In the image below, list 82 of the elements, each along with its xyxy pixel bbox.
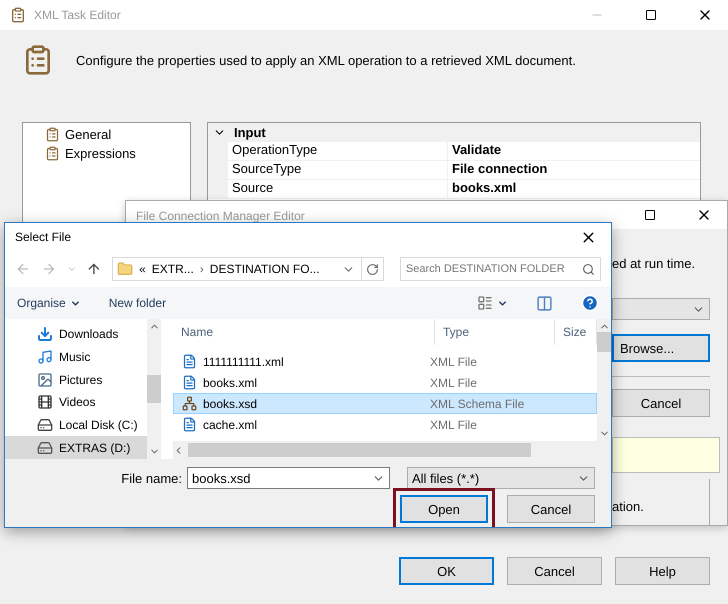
scroll-thumb[interactable] <box>188 443 531 457</box>
note-text: ation. <box>612 499 644 514</box>
breadcrumb[interactable]: EXTR... <box>152 262 194 276</box>
nav-item[interactable]: Videos <box>5 391 147 414</box>
hint-text: ed at run time. <box>612 256 696 271</box>
window-title: File Connection Manager Editor <box>136 209 306 223</box>
address-bar[interactable]: « EXTR... › DESTINATION FO... <box>112 257 384 281</box>
file-row[interactable]: 1111111111.xml XML File <box>173 351 597 372</box>
property-value: File connection <box>451 161 548 178</box>
overflow-chevrons: « <box>139 262 146 276</box>
maximize-icon[interactable] <box>644 209 656 221</box>
search-field[interactable]: Search DESTINATION FOLDER <box>400 257 601 281</box>
file-row[interactable]: cache.xml XML File <box>173 414 597 435</box>
dialog-button[interactable]: Open <box>400 495 488 523</box>
scroll-thumb[interactable] <box>147 375 161 403</box>
nav-item[interactable]: Pictures <box>5 368 147 392</box>
refresh-icon <box>366 262 379 276</box>
file-name: cache.xml <box>203 418 258 432</box>
document-icon <box>182 375 197 390</box>
window-title: Select File <box>15 230 72 244</box>
file-row[interactable]: books.xsd XML Schema File <box>173 393 597 414</box>
dialog-button[interactable]: OK <box>399 557 494 585</box>
music-note-icon <box>37 349 53 365</box>
scrollbar[interactable] <box>173 441 611 459</box>
file-row[interactable]: books.xml XML File <box>173 372 597 393</box>
clipboard-icon <box>45 126 60 142</box>
scrollbar[interactable] <box>597 319 611 441</box>
preview-pane-icon[interactable] <box>536 294 553 312</box>
organise-button[interactable]: Organise <box>17 296 81 310</box>
dialog-button[interactable]: Cancel <box>507 557 602 585</box>
nav-item[interactable]: Local Disk (C:) <box>5 414 147 436</box>
picture-icon <box>37 372 53 388</box>
disk-drive-icon <box>37 417 53 434</box>
file-type: XML File <box>430 418 477 432</box>
breadcrumb[interactable]: DESTINATION FO... <box>210 262 320 276</box>
folder-icon <box>117 261 134 277</box>
property-value: books.xml <box>451 180 516 197</box>
category-row[interactable]: Input <box>208 123 700 142</box>
search-icon <box>582 262 595 276</box>
property-value: Validate <box>451 142 502 159</box>
file-type-dropdown[interactable]: All files (*.*) <box>407 467 595 489</box>
scrollbar[interactable] <box>147 319 161 459</box>
maximize-icon[interactable] <box>645 9 657 21</box>
property-name: Source <box>228 180 448 198</box>
help-icon[interactable] <box>581 294 599 312</box>
file-name: books.xml <box>203 376 258 390</box>
dropdown[interactable] <box>612 298 710 320</box>
nav-item[interactable]: Music <box>5 346 147 368</box>
nav-item[interactable]: EXTRAS (D:) <box>5 436 147 460</box>
page-list-item[interactable]: Expressions <box>65 146 136 160</box>
page-list-item[interactable]: General <box>65 126 112 142</box>
browse-button[interactable]: Browse... <box>612 334 710 362</box>
view-options-button[interactable] <box>477 295 508 311</box>
list-view-icon <box>477 295 493 311</box>
column-header[interactable]: Type <box>435 319 555 345</box>
path-separator: › <box>200 262 204 276</box>
dialog-button[interactable]: Cancel <box>507 495 595 523</box>
film-icon <box>37 394 53 410</box>
file-type: XML Schema File <box>430 396 524 410</box>
disk-drive-icon <box>37 440 53 456</box>
window-title: XML Task Editor <box>34 8 122 22</box>
field-label: File name: <box>121 470 182 486</box>
dialog-button[interactable]: Help <box>615 557 710 585</box>
property-name: SourceType <box>228 161 448 179</box>
file-type: XML File <box>430 354 477 368</box>
schema-file-icon <box>182 396 197 411</box>
description-text: Configure the properties used to apply an XML operation to a retrieved XML document. <box>76 53 576 68</box>
column-header[interactable]: Name <box>173 319 435 345</box>
file-name: books.xsd <box>203 396 258 410</box>
cancel-button[interactable]: Cancel <box>612 389 710 417</box>
document-icon <box>182 354 197 369</box>
file-name-field[interactable]: books.xsd <box>187 467 390 489</box>
download-icon <box>37 326 53 342</box>
clipboard-icon <box>45 146 60 160</box>
new-folder-button[interactable]: New folder <box>108 296 166 310</box>
file-type: XML File <box>430 376 477 390</box>
property-name: OperationType <box>228 142 448 160</box>
file-name: 1111111111.xml <box>203 354 284 368</box>
document-icon <box>182 417 197 432</box>
scroll-thumb[interactable] <box>597 332 611 352</box>
clipboard-icon <box>10 7 26 23</box>
nav-item[interactable]: Downloads <box>5 323 147 346</box>
